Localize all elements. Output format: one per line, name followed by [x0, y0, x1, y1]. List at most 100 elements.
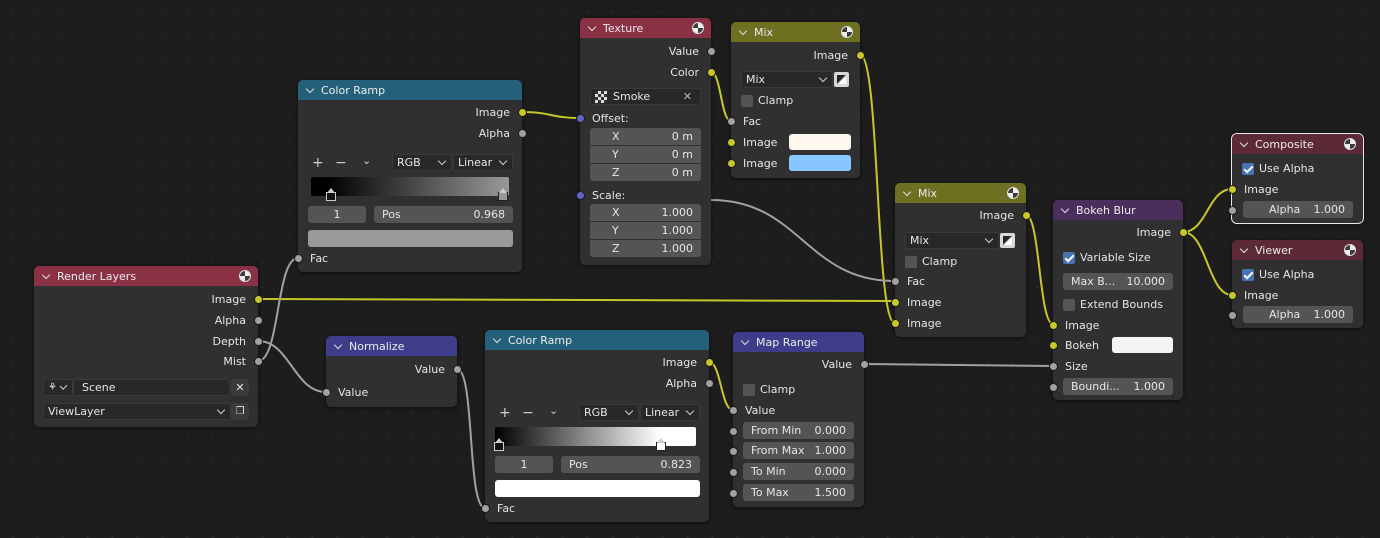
socket-image-out[interactable]	[518, 108, 527, 117]
collapse-chevron-icon[interactable]	[741, 338, 750, 347]
offset-y-field[interactable]: Y0 m	[590, 146, 701, 163]
color-ramp-header[interactable]: Color Ramp	[485, 330, 709, 350]
preview-sphere-icon[interactable]	[1344, 138, 1356, 150]
socket-fac-in[interactable]	[727, 117, 736, 126]
from-max-field[interactable]: From Max 1.000	[743, 442, 854, 459]
color-ramp-header[interactable]: Color Ramp	[298, 80, 522, 100]
color-ramp-node-2[interactable]: Color Ramp Image Alpha + − ⌄ RGB Linear …	[481, 330, 714, 522]
preview-sphere-icon[interactable]	[1344, 244, 1356, 256]
preview-sphere-icon[interactable]	[1007, 187, 1019, 199]
close-icon[interactable]: ✕	[683, 90, 692, 103]
use-alpha-icon[interactable]	[834, 72, 849, 87]
socket-image2-in[interactable]	[891, 319, 900, 328]
stop-color-swatch[interactable]	[495, 480, 700, 497]
collapse-chevron-icon[interactable]	[903, 189, 912, 198]
socket-image1-in[interactable]	[727, 138, 736, 147]
socket-image1-in[interactable]	[891, 298, 900, 307]
socket-image2-in[interactable]	[727, 159, 736, 168]
socket-from-max-in[interactable]	[729, 447, 738, 456]
ramp-stop-black[interactable]	[326, 188, 336, 201]
bokeh-color-swatch[interactable]	[1112, 337, 1173, 353]
collapse-chevron-icon[interactable]	[306, 86, 315, 95]
socket-to-min-in[interactable]	[729, 468, 738, 477]
viewer-node[interactable]: Viewer Use Alpha Image Alpha 1.000	[1228, 240, 1363, 328]
to-min-field[interactable]: To Min 0.000	[743, 463, 854, 480]
mix-node-1[interactable]: Mix Image Mix Clamp Fac Image Image	[727, 22, 865, 178]
chevron-down-icon[interactable]: ⌄	[362, 154, 371, 168]
offset-z-field[interactable]: Z0 m	[590, 164, 701, 181]
blend-type-dropdown[interactable]: Mix	[905, 232, 999, 249]
stop-pos-field[interactable]: Pos 0.968	[374, 206, 513, 223]
socket-bounding-in[interactable]	[1049, 383, 1058, 392]
image2-color-swatch[interactable]	[789, 155, 851, 171]
to-max-field[interactable]: To Max 1.500	[743, 484, 854, 501]
texture-node[interactable]: Texture Value Color Smoke ✕ Offset: X0 m…	[576, 18, 716, 265]
use-alpha-checkbox[interactable]: Use Alpha	[1242, 162, 1314, 175]
collapse-chevron-icon[interactable]	[588, 24, 597, 33]
blend-type-dropdown[interactable]: Mix	[741, 71, 833, 88]
texture-selector[interactable]: Smoke ✕	[590, 88, 701, 105]
collapse-chevron-icon[interactable]	[42, 272, 51, 281]
add-stop-icon[interactable]: +	[499, 406, 511, 420]
socket-fac-in[interactable]	[891, 277, 900, 286]
composite-node[interactable]: Composite Use Alpha Image Alpha 1.000	[1228, 133, 1364, 224]
stop-pos-field[interactable]: Pos 0.823	[561, 456, 700, 473]
socket-alpha-out[interactable]	[254, 316, 263, 325]
gradient-ramp[interactable]	[311, 177, 509, 196]
socket-value-out[interactable]	[707, 47, 716, 56]
bokeh-blur-header[interactable]: Bokeh Blur	[1053, 200, 1183, 220]
socket-image-out[interactable]	[705, 358, 714, 367]
socket-scale-in[interactable]	[576, 191, 585, 200]
extend-bounds-checkbox[interactable]: Extend Bounds	[1063, 298, 1163, 311]
mix-header[interactable]: Mix	[731, 22, 860, 42]
collapse-chevron-icon[interactable]	[1061, 206, 1070, 215]
variable-size-checkbox[interactable]: Variable Size	[1063, 251, 1151, 264]
preview-sphere-icon[interactable]	[239, 270, 251, 282]
color-mode-dropdown[interactable]: RGB	[579, 404, 639, 421]
normalize-header[interactable]: Normalize	[326, 336, 457, 356]
socket-fac-in[interactable]	[481, 504, 490, 513]
scene-browse-dropdown[interactable]: ⚘	[43, 379, 73, 396]
max-blur-field[interactable]: Max B... 10.000	[1063, 273, 1173, 290]
socket-depth-out[interactable]	[254, 337, 263, 346]
socket-bokeh-in[interactable]	[1049, 341, 1058, 350]
interpolation-dropdown[interactable]: Linear	[453, 154, 513, 171]
socket-image-out[interactable]	[1022, 211, 1031, 220]
composite-header[interactable]: Composite	[1232, 134, 1363, 154]
socket-fac-in[interactable]	[294, 254, 303, 263]
socket-alpha-out[interactable]	[518, 129, 527, 138]
preview-sphere-icon[interactable]	[841, 26, 853, 38]
socket-image-out[interactable]	[856, 51, 865, 60]
add-stop-icon[interactable]: +	[312, 156, 324, 170]
color-ramp-node-1[interactable]: Color Ramp Image Alpha + − ⌄ RGB Linear …	[294, 80, 527, 272]
clamp-checkbox[interactable]: Clamp	[743, 383, 795, 396]
socket-image-in[interactable]	[1228, 291, 1237, 300]
ramp-stop-gray[interactable]	[498, 188, 508, 201]
map-range-header[interactable]: Map Range	[733, 332, 864, 352]
socket-image-out[interactable]	[254, 295, 263, 304]
collapse-chevron-icon[interactable]	[493, 336, 502, 345]
mix-node-2[interactable]: Mix Image Mix Clamp Fac Image Image	[891, 183, 1031, 337]
scale-y-field[interactable]: Y 1.000	[590, 222, 701, 239]
socket-value-out[interactable]	[860, 360, 869, 369]
collapse-chevron-icon[interactable]	[1240, 140, 1249, 149]
render-layers-header[interactable]: Render Layers	[34, 266, 258, 286]
collapse-chevron-icon[interactable]	[739, 28, 748, 37]
stop-index-field[interactable]: 1	[495, 456, 553, 473]
collapse-chevron-icon[interactable]	[1240, 246, 1249, 255]
normalize-node[interactable]: Normalize Value Value	[322, 336, 462, 407]
alpha-field[interactable]: Alpha 1.000	[1243, 306, 1353, 323]
mix-header[interactable]: Mix	[895, 183, 1026, 203]
render-layers-node[interactable]: Render Layers Image Alpha Depth Mist ⚘ S…	[34, 266, 263, 427]
alpha-field[interactable]: Alpha 1.000	[1243, 201, 1353, 218]
clamp-checkbox[interactable]: Clamp	[905, 255, 957, 268]
from-min-field[interactable]: From Min 0.000	[743, 422, 854, 439]
socket-image-in[interactable]	[1228, 185, 1237, 194]
socket-alpha-in[interactable]	[1228, 311, 1237, 320]
socket-size-in[interactable]	[1049, 362, 1058, 371]
stop-color-swatch[interactable]	[308, 230, 513, 247]
socket-color-out[interactable]	[707, 68, 716, 77]
socket-offset-in[interactable]	[576, 114, 585, 123]
view-layer-dropdown[interactable]: ViewLayer	[43, 403, 231, 420]
socket-alpha-in[interactable]	[1228, 206, 1237, 215]
